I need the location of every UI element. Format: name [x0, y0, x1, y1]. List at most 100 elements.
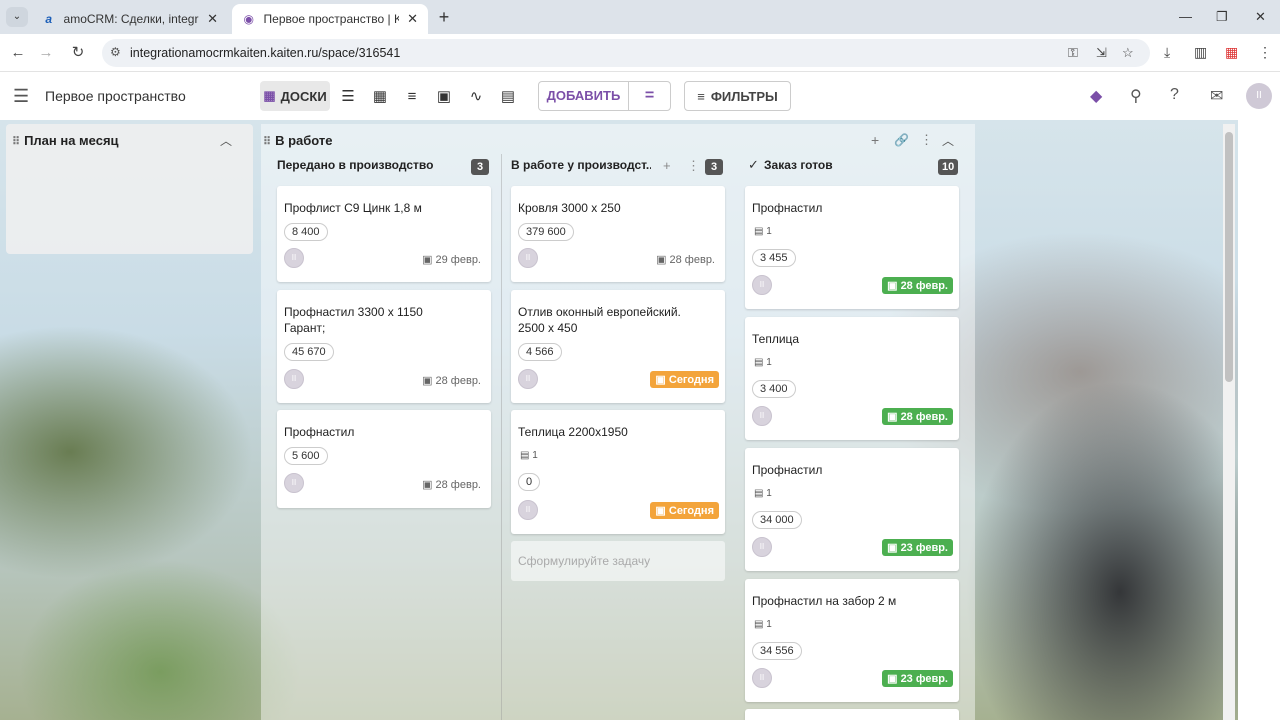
- forward-icon[interactable]: →: [36, 43, 56, 63]
- archive-view-icon[interactable]: ▤: [496, 81, 520, 111]
- install-app-icon[interactable]: ⇲: [1096, 45, 1107, 61]
- price-tag: 3 400: [752, 380, 796, 398]
- close-tab-icon[interactable]: ✕: [207, 11, 218, 27]
- card-avatar[interactable]: II: [752, 668, 772, 688]
- hamburger-menu-icon[interactable]: ☰: [13, 86, 29, 107]
- app-topbar: ☰ Первое пространство ▦ ДОСКИ ☰ ▦ ≡ ▣ ∿ …: [0, 72, 1280, 120]
- card[interactable]: Теплица ▤ 1 3 400 II ▣ 28 февр.: [745, 317, 959, 440]
- calendar-icon: ▣: [422, 254, 436, 266]
- due-date-text: 28 февр.: [669, 254, 715, 266]
- add-card-icon[interactable]: +: [871, 132, 879, 148]
- column-plan-header: ⠿ План на месяц: [12, 133, 119, 148]
- password-key-icon[interactable]: ⚿: [1068, 45, 1078, 61]
- tab-amocrm[interactable]: a amoCRM: Сделки, integrationa ✕: [32, 4, 228, 34]
- kaiten-logo-icon[interactable]: ◆: [1090, 86, 1102, 106]
- card[interactable]: Профнастил на забор 2 м ▤ 1 34 556 II ▣ …: [745, 579, 959, 702]
- card[interactable]: Профнастил 5 600 II ▣ 28 февр.: [277, 410, 491, 508]
- new-tab-icon[interactable]: +: [434, 7, 454, 27]
- collapse-icon[interactable]: ︿: [220, 132, 232, 149]
- timeline-view-icon[interactable]: ≡: [400, 81, 424, 111]
- drag-handle-icon[interactable]: ⠿: [12, 136, 20, 148]
- card-avatar[interactable]: II: [284, 248, 304, 268]
- maximize-icon[interactable]: ❐: [1216, 9, 1228, 25]
- comments-count: ▤ 1: [520, 450, 538, 461]
- card-title: Отлив оконный европейский. 2500 х 450: [518, 305, 681, 335]
- download-icon[interactable]: ⤓: [1164, 44, 1170, 61]
- add-button[interactable]: ДОБАВИТЬ: [539, 82, 629, 110]
- comment-icon: ▤: [754, 226, 767, 237]
- boards-icon: ▦: [263, 88, 276, 103]
- board-scrollbar[interactable]: [1223, 124, 1235, 720]
- due-date: ▣ Сегодня: [650, 502, 719, 519]
- card-avatar[interactable]: II: [518, 369, 538, 389]
- column-plan: ⠿ План на месяц ︿: [6, 124, 253, 254]
- card[interactable]: Отлив оконный европейский. 2500 х 450 4 …: [511, 290, 725, 403]
- comments-count: ▤ 1: [754, 619, 772, 630]
- comments-count-text: 1: [766, 488, 772, 499]
- link-icon[interactable]: 🔗: [894, 133, 909, 147]
- card[interactable]: Профлист С9 Цинк 1,8 м 8 400 II ▣ 29 фев…: [277, 186, 491, 282]
- right-sidebar: 👥 ◷ ↺ ❐ ✪ ⊘: [1238, 120, 1280, 720]
- price-tag: 45 670: [284, 343, 334, 361]
- reports-view-icon[interactable]: ∿: [464, 81, 488, 111]
- calendar-view-icon[interactable]: ▣: [432, 81, 456, 111]
- subcolumn-title: Передано в производство: [277, 158, 434, 172]
- sidepanel-icon[interactable]: ▥: [1194, 44, 1207, 61]
- card[interactable]: Теплица 2200х1950 ▤ 1 0 II ▣ Сегодня: [511, 410, 725, 534]
- boards-view-button[interactable]: ▦ ДОСКИ: [260, 81, 330, 111]
- subcolumn-divider: [501, 154, 502, 720]
- site-info-icon[interactable]: ⚙: [110, 45, 121, 59]
- due-date-text: 28 февр.: [900, 411, 948, 423]
- address-bar[interactable]: ⚙ integrationamocrmkaiten.kaiten.ru/spac…: [102, 39, 1150, 67]
- search-icon[interactable]: ⚲: [1130, 86, 1142, 106]
- card-avatar[interactable]: II: [518, 248, 538, 268]
- minimize-icon[interactable]: —: [1179, 9, 1192, 24]
- due-date: ▣ 28 февр.: [422, 374, 481, 387]
- price-tag: 3 455: [752, 249, 796, 267]
- user-avatar[interactable]: II: [1246, 83, 1272, 109]
- add-options-icon[interactable]: =: [629, 82, 670, 110]
- help-icon[interactable]: ?: [1170, 86, 1179, 104]
- comments-count-text: 1: [766, 357, 772, 368]
- comments-count-text: 1: [766, 226, 772, 237]
- back-icon[interactable]: ←: [8, 43, 28, 63]
- add-button-group: ДОБАВИТЬ =: [538, 81, 671, 111]
- browser-menu-icon[interactable]: ⋮: [1258, 44, 1272, 61]
- card-avatar[interactable]: II: [284, 369, 304, 389]
- card[interactable]: Кровля 3000 х 250 379 600 II ▣ 28 февр.: [511, 186, 725, 282]
- extension-icon[interactable]: ▦: [1225, 44, 1238, 61]
- table-view-icon[interactable]: ▦: [368, 81, 392, 111]
- due-date-text: 23 февр.: [900, 542, 948, 554]
- card[interactable]: [745, 709, 959, 720]
- card-title: Профлист С9 Цинк 1,8 м: [284, 201, 422, 215]
- close-tab-icon[interactable]: ✕: [407, 11, 418, 27]
- card[interactable]: Профнастил ▤ 1 34 000 II ▣ 23 февр.: [745, 448, 959, 571]
- comment-icon: ▤: [754, 619, 767, 630]
- new-card-input[interactable]: Сформулируйте задачу: [511, 541, 725, 581]
- add-card-icon[interactable]: +: [663, 158, 671, 173]
- card-avatar[interactable]: II: [518, 500, 538, 520]
- mail-icon[interactable]: ✉: [1210, 86, 1223, 106]
- subcolumn-menu-icon[interactable]: ⋮: [687, 158, 700, 174]
- scrollbar-thumb[interactable]: [1225, 132, 1233, 382]
- card-avatar[interactable]: II: [284, 473, 304, 493]
- reload-icon[interactable]: ↻: [68, 43, 88, 63]
- bookmark-star-icon[interactable]: ☆: [1122, 45, 1134, 61]
- filters-button[interactable]: ≡ ФИЛЬТРЫ: [684, 81, 791, 111]
- column-menu-icon[interactable]: ⋮: [920, 132, 933, 148]
- card-avatar[interactable]: II: [752, 275, 772, 295]
- comments-count-text: 1: [766, 619, 772, 630]
- tab-kaiten[interactable]: ◉ Первое пространство | Kaiten ✕: [232, 4, 428, 34]
- card-avatar[interactable]: II: [752, 406, 772, 426]
- drag-handle-icon[interactable]: ⠿: [263, 136, 271, 148]
- window-close-icon[interactable]: ✕: [1255, 9, 1266, 25]
- list-view-icon[interactable]: ☰: [336, 81, 360, 111]
- card[interactable]: Профнастил ▤ 1 3 455 II ▣ 28 февр.: [745, 186, 959, 309]
- price-tag: 4 566: [518, 343, 562, 361]
- card-avatar[interactable]: II: [752, 537, 772, 557]
- url-text: integrationamocrmkaiten.kaiten.ru/space/…: [130, 46, 401, 60]
- tab-search-icon[interactable]: ⌄: [6, 7, 28, 27]
- collapse-icon[interactable]: ︿: [942, 132, 954, 149]
- card[interactable]: Профнастил 3300 х 1150 Гарант; 45 670 II…: [277, 290, 491, 403]
- calendar-icon: ▣: [887, 673, 901, 685]
